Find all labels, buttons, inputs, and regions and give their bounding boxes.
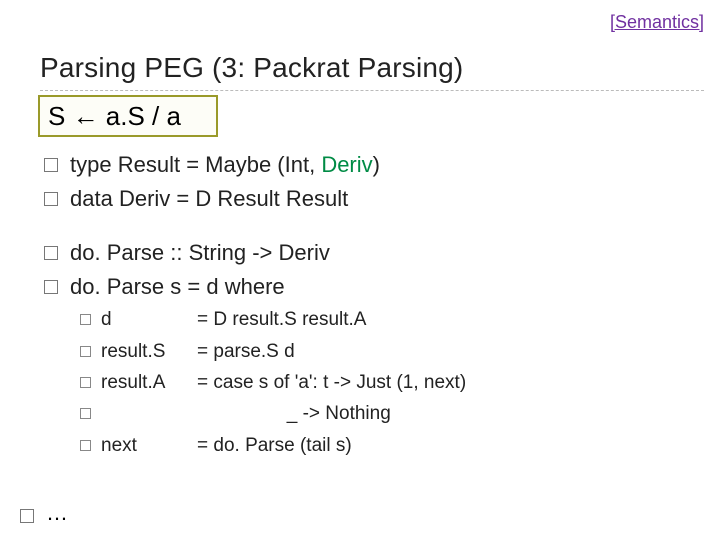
ellipsis-row: … (20, 500, 68, 526)
bullet-icon (44, 246, 58, 260)
where-rs-row: result.S = parse.S d (80, 336, 704, 367)
bullet-icon (80, 408, 91, 419)
slide-title: Parsing PEG (3: Packrat Parsing) (40, 52, 463, 84)
type-line: type Result = Maybe (Int, Deriv) (70, 148, 380, 182)
type-text-b: ) (373, 152, 380, 177)
sig-row: do. Parse :: String -> Deriv (44, 236, 704, 270)
bullet-icon (44, 280, 58, 294)
bullet-icon (44, 158, 58, 172)
def-row: do. Parse s = d where (44, 270, 704, 304)
title-divider (40, 90, 704, 91)
def-line: do. Parse s = d where (70, 270, 285, 304)
sig-text: :: String -> Deriv (164, 240, 330, 265)
lhs: d (101, 304, 197, 335)
bullet-icon (80, 440, 91, 451)
bullet-icon (80, 314, 91, 325)
where-blank-row: _ -> Nothing (80, 398, 704, 429)
fn-name: do. Parse (70, 274, 164, 299)
grammar-rule-box: S ← a.S / a (38, 95, 218, 137)
fn-name: do. Parse (70, 240, 164, 265)
rhs: = do. Parse (tail s) (197, 430, 352, 461)
kw-type: type (70, 152, 112, 177)
type-decl-row: type Result = Maybe (Int, Deriv) (44, 148, 704, 182)
rhs: = D result.S result.A (197, 304, 366, 335)
rhs: _ -> Nothing (197, 398, 391, 429)
data-text: Deriv = D Result Result (119, 186, 348, 211)
bullet-icon (80, 377, 91, 388)
ellipsis-text: … (46, 500, 68, 526)
lhs: result.S (101, 336, 197, 367)
where-block: d = D result.S result.A result.S = parse… (80, 304, 704, 461)
sig-line: do. Parse :: String -> Deriv (70, 236, 330, 270)
bullet-icon (44, 192, 58, 206)
bullet-icon (20, 509, 34, 523)
rhs: = case s of 'a': t -> Just (1, next) (197, 367, 466, 398)
semantics-link[interactable]: [Semantics] (610, 12, 704, 33)
type-text-a: Result = Maybe (Int, (118, 152, 322, 177)
data-line: data Deriv = D Result Result (70, 182, 348, 216)
kw-data: data (70, 186, 113, 211)
where-d-row: d = D result.S result.A (80, 304, 704, 335)
code-body: type Result = Maybe (Int, Deriv) data De… (44, 148, 704, 461)
bullet-icon (80, 346, 91, 357)
grammar-rule-text: S ← a.S / a (48, 101, 181, 132)
lhs: result.A (101, 367, 197, 398)
where-ra-row: result.A = case s of 'a': t -> Just (1, … (80, 367, 704, 398)
where-next-row: next = do. Parse (tail s) (80, 430, 704, 461)
lhs: next (101, 430, 197, 461)
def-text: s = d where (164, 274, 284, 299)
rhs: = parse.S d (197, 336, 295, 367)
type-deriv: Deriv (321, 152, 372, 177)
data-decl-row: data Deriv = D Result Result (44, 182, 704, 216)
